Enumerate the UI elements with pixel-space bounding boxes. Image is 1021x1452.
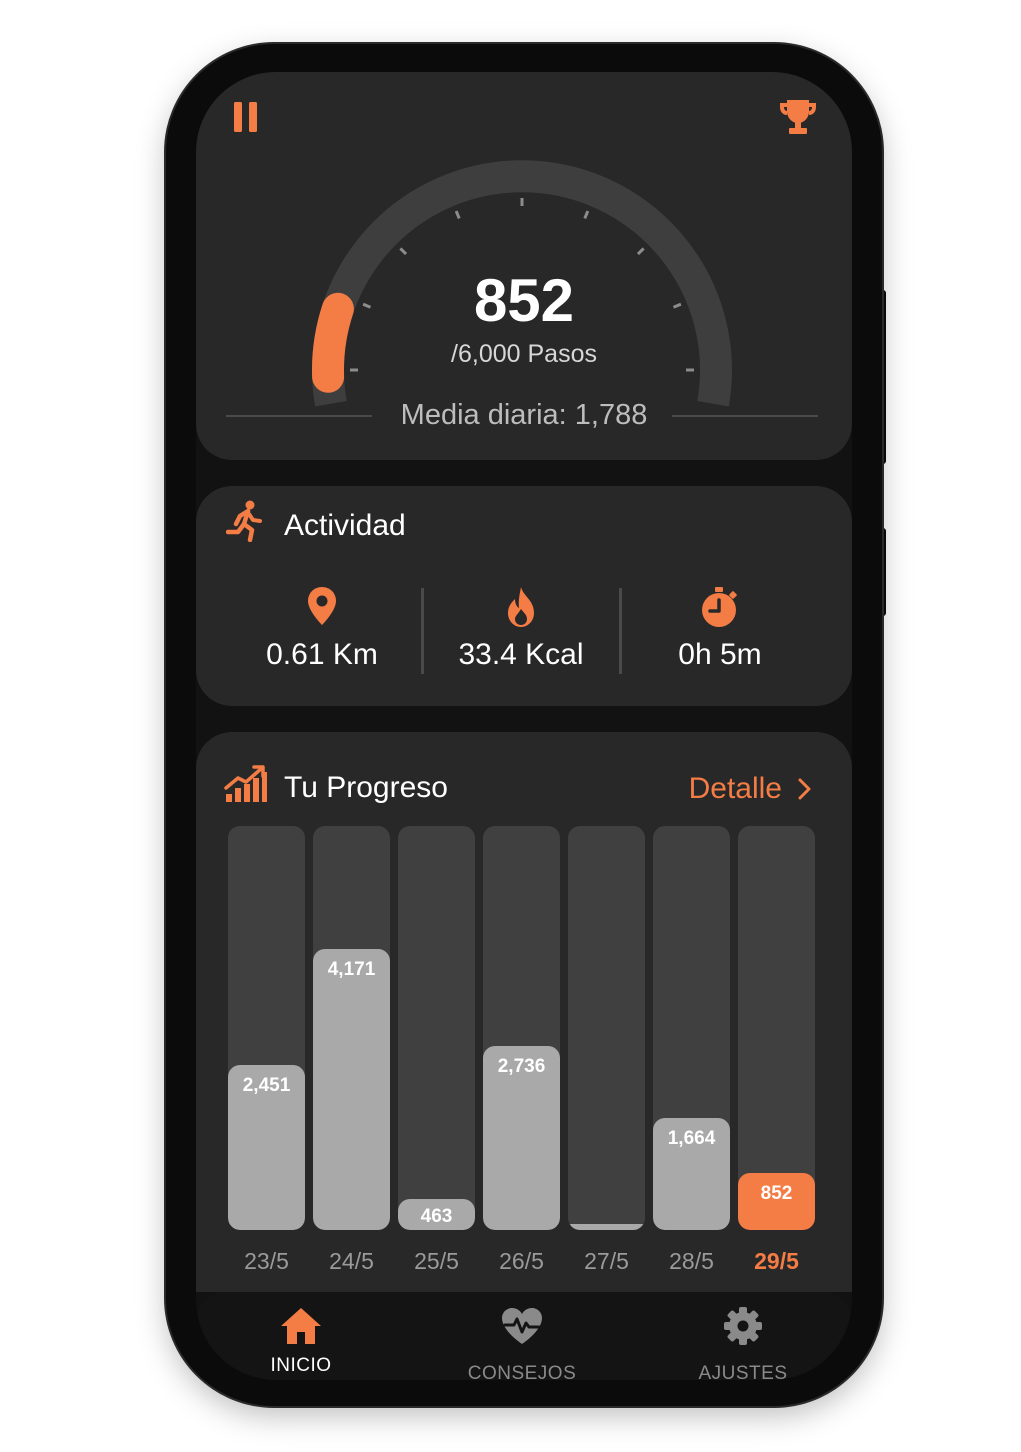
detail-label: Detalle (688, 772, 782, 805)
nav-label-ajustes: AJUSTES (698, 1363, 788, 1380)
home-icon (281, 1308, 321, 1344)
bar-track[interactable] (228, 826, 305, 1230)
calories-value: 33.4 Kcal (458, 638, 584, 671)
daily-average: Media diaria: 1,788 (400, 399, 648, 431)
distance-value: 0.61 Km (266, 638, 378, 671)
bar-track[interactable] (313, 826, 390, 1230)
bar-date-label: 25/5 (414, 1248, 459, 1274)
nav-item-consejos[interactable]: CONSEJOS (452, 1292, 592, 1380)
gear-icon (724, 1307, 762, 1345)
flame-icon (508, 587, 534, 627)
steps-goal: /6,000 Pasos (451, 340, 597, 368)
bar-value-label: 2,451 (242, 1075, 291, 1096)
steps-card: 852 /6,000 Pasos Media diaria: 1,788 (196, 72, 852, 460)
bar-value-label: 463 (420, 1206, 453, 1227)
nav-label-inicio: INICIO (270, 1355, 332, 1376)
app-screen: 852 /6,000 Pasos Media diaria: 1,788 Act… (196, 72, 852, 1380)
bar-track[interactable] (653, 826, 730, 1230)
bar (568, 1224, 645, 1230)
bar-date-label: 29/5 (754, 1248, 799, 1274)
bar-value-label: 1,664 (667, 1128, 716, 1149)
bar-track[interactable] (568, 826, 645, 1230)
bar-track[interactable] (398, 826, 475, 1230)
distance-metric (222, 586, 422, 631)
location-pin-icon (308, 587, 336, 625)
steps-count: 852 (473, 267, 575, 334)
trending-chart-icon (224, 765, 267, 802)
gauge-tick (399, 247, 408, 256)
detail-link[interactable]: Detalle (689, 772, 812, 806)
gauge-tick (583, 210, 590, 220)
nav-item-ajustes[interactable]: AJUSTES (673, 1292, 813, 1380)
bar-track[interactable] (483, 826, 560, 1230)
stopwatch-icon (702, 587, 737, 627)
gauge-tick (454, 210, 461, 220)
bar-value-label: 2,736 (497, 1056, 546, 1077)
bottom-navigation: INICIO CONSEJOS AJUSTES (196, 1292, 852, 1380)
calories-metric (421, 586, 621, 633)
nav-label-consejos: CONSEJOS (467, 1363, 577, 1380)
activity-title: Actividad (284, 509, 406, 542)
bar-date-label: 24/5 (329, 1248, 374, 1274)
gauge-tick (636, 247, 645, 256)
running-person-icon (226, 500, 262, 542)
bar-date-label: 23/5 (244, 1248, 289, 1274)
heart-pulse-icon (502, 1308, 542, 1344)
duration-value: 0h 5m (678, 638, 762, 671)
bar (313, 949, 390, 1230)
bar-date-label: 28/5 (669, 1248, 714, 1274)
bar-date-label: 26/5 (499, 1248, 544, 1274)
nav-item-inicio[interactable]: INICIO (231, 1292, 371, 1380)
chevron-right-icon (798, 778, 811, 800)
bar-value-label: 4,171 (327, 959, 376, 980)
bar-track[interactable] (738, 826, 815, 1230)
duration-metric (620, 586, 820, 633)
progress-title: Tu Progreso (284, 771, 448, 804)
bar-date-label: 27/5 (584, 1248, 629, 1274)
bar-value-label: 852 (760, 1183, 793, 1204)
